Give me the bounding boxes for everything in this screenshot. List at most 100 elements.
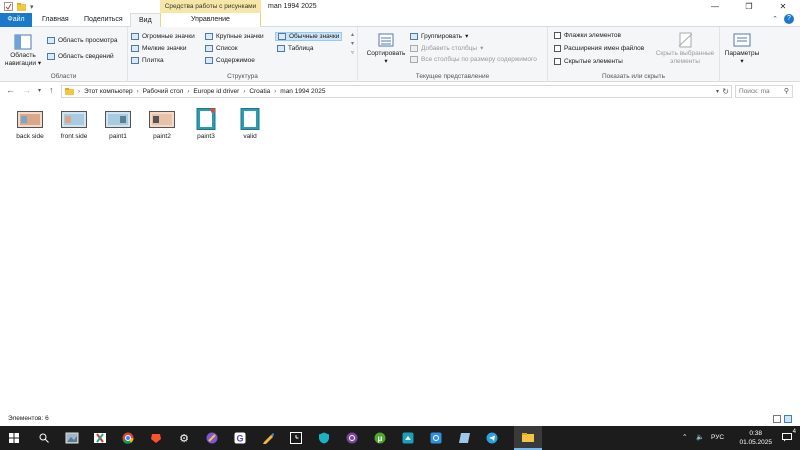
sort-button[interactable]: Сортировать ▾ xyxy=(364,32,408,66)
fit-columns-button[interactable]: Все столбцы по размеру содержимого xyxy=(410,56,537,63)
search-input[interactable]: Поиск: ma ⚲ xyxy=(735,85,793,98)
breadcrumb-separator-icon[interactable]: › xyxy=(78,89,80,95)
file-item[interactable]: front side xyxy=(54,108,94,140)
address-bar[interactable]: › Этот компьютер › Рабочий стол › Europe… xyxy=(61,85,732,98)
taskbar-app-photos[interactable] xyxy=(58,426,86,450)
hide-selected-button[interactable]: Скрыть выбранные элементы xyxy=(652,32,718,66)
help-icon[interactable]: ? xyxy=(784,14,794,24)
taskbar-app-red-document[interactable] xyxy=(86,426,114,450)
clock-app-icon xyxy=(290,432,302,444)
recent-locations-icon[interactable]: ▾ xyxy=(38,87,41,94)
add-columns-button[interactable]: Добавить столбцы ▾ xyxy=(410,44,483,52)
taskbar-app-brave[interactable] xyxy=(142,426,170,450)
file-item[interactable]: paint2 xyxy=(142,108,182,140)
taskbar-app-file-explorer[interactable] xyxy=(514,426,542,450)
list-label: Список xyxy=(216,45,238,52)
layout-content[interactable]: Содержимое xyxy=(205,57,255,64)
breadcrumb-separator-icon[interactable]: › xyxy=(137,89,139,95)
tab-manage[interactable]: Управление xyxy=(160,13,261,27)
forward-arrow-icon[interactable]: → xyxy=(22,85,31,95)
taskbar-app-utorrent[interactable]: μ xyxy=(366,426,394,450)
utorrent-icon: μ xyxy=(374,432,386,444)
window-title: man 1994 2025 xyxy=(268,3,317,10)
options-button[interactable]: Параметры ▾ xyxy=(722,32,762,66)
layout-table[interactable]: Таблица xyxy=(277,45,314,52)
breadcrumb-item[interactable]: Croatia xyxy=(249,88,270,95)
group-layout: Огромные значки Крупные значки Обычные з… xyxy=(128,27,358,82)
layout-medium-icons[interactable]: Обычные значки xyxy=(275,32,343,41)
layout-list[interactable]: Список xyxy=(205,45,238,52)
taskbar-app-telegram[interactable] xyxy=(478,426,506,450)
layout-huge-icons[interactable]: Огромные значки xyxy=(131,33,195,40)
taskbar-app-pen[interactable] xyxy=(254,426,282,450)
hidden-items-toggle[interactable]: Скрытые элементы xyxy=(554,58,623,65)
file-item[interactable]: valid xyxy=(230,108,270,140)
breadcrumb-item[interactable]: Europe id driver xyxy=(193,88,239,95)
close-button[interactable]: ✕ xyxy=(766,0,800,13)
taskbar-app-blue-gear[interactable] xyxy=(422,426,450,450)
notifications-icon[interactable] xyxy=(782,426,792,450)
breadcrumb-separator-icon[interactable]: › xyxy=(187,89,189,95)
file-extensions-checkbox[interactable] xyxy=(554,45,561,52)
back-arrow-icon[interactable]: ← xyxy=(6,85,15,95)
tab-view[interactable]: Вид xyxy=(130,13,161,28)
taskbar-app-shield[interactable] xyxy=(310,426,338,450)
item-checkboxes-toggle[interactable]: Флажки элементов xyxy=(554,32,621,39)
file-item[interactable]: back side xyxy=(10,108,50,140)
tab-file[interactable]: Файл xyxy=(0,13,32,27)
maximize-button[interactable]: ❐ xyxy=(732,0,766,13)
minimize-button[interactable]: — xyxy=(698,0,732,13)
taskbar-app-teal[interactable] xyxy=(394,426,422,450)
details-pane-button[interactable]: Область сведений xyxy=(47,53,114,60)
clock[interactable]: 0:38 01.05.2025 xyxy=(739,429,772,447)
nav-pane-button[interactable]: Область навигации ▾ xyxy=(3,34,43,68)
shield-icon xyxy=(319,432,329,444)
preview-pane-button[interactable]: Область просмотра xyxy=(47,37,117,44)
item-checkboxes-checkbox[interactable] xyxy=(554,32,561,39)
layout-scroll-icon[interactable]: ▴ ▾ ▿ xyxy=(351,31,354,58)
taskbar-app-chrome[interactable] xyxy=(114,426,142,450)
taskbar-app-palette[interactable] xyxy=(198,426,226,450)
breadcrumb-separator-icon[interactable]: › xyxy=(274,89,276,95)
taskbar-app-tor[interactable] xyxy=(338,426,366,450)
breadcrumb-item[interactable]: Рабочий стол xyxy=(143,88,184,95)
large-icons-view-icon[interactable] xyxy=(784,415,792,423)
layout-tiles[interactable]: Плитка xyxy=(131,57,164,64)
tab-share[interactable]: Поделиться xyxy=(76,13,131,27)
tray-overflow-icon[interactable]: ⌃ xyxy=(682,426,687,450)
address-dropdown-icon[interactable]: ▾ xyxy=(716,86,719,98)
properties-icon[interactable] xyxy=(4,2,13,11)
taskbar-app-g[interactable]: G xyxy=(226,426,254,450)
taskbar-app-sheets[interactable] xyxy=(450,426,478,450)
new-folder-icon[interactable] xyxy=(17,2,26,11)
hidden-items-checkbox[interactable] xyxy=(554,58,561,65)
details-view-icon[interactable] xyxy=(773,415,781,423)
volume-icon[interactable]: 🔈 xyxy=(696,426,704,450)
g-app-icon: G xyxy=(234,432,246,444)
clock-time: 0:38 xyxy=(749,430,763,437)
taskbar-app-clock[interactable] xyxy=(282,426,310,450)
taskbar-app-settings[interactable]: ⚙ xyxy=(170,426,198,450)
breadcrumb-separator-icon[interactable]: › xyxy=(243,89,245,95)
file-extensions-toggle[interactable]: Расширения имен файлов xyxy=(554,45,644,52)
search-taskbar-button[interactable] xyxy=(30,426,58,450)
language-indicator[interactable]: РУС xyxy=(711,426,724,450)
image-thumbnail-icon xyxy=(105,108,131,130)
file-item[interactable]: paint3 xyxy=(186,108,226,140)
layout-large-icons[interactable]: Крупные значки xyxy=(205,33,264,40)
options-label: Параметры xyxy=(724,50,760,57)
file-item[interactable]: paint1 xyxy=(98,108,138,140)
file-name: paint1 xyxy=(109,133,127,140)
brave-icon xyxy=(151,434,161,443)
tab-home[interactable]: Главная xyxy=(34,13,77,27)
ribbon-collapse-icon[interactable]: ⌃ xyxy=(772,15,778,23)
group-by-button[interactable]: Группировать ▾ xyxy=(410,32,468,40)
breadcrumb-item[interactable]: man 1994 2025 xyxy=(280,88,325,95)
pen-app-icon xyxy=(263,433,274,444)
refresh-icon[interactable]: ↻ xyxy=(722,86,729,98)
breadcrumb-item[interactable]: Этот компьютер xyxy=(84,88,133,95)
layout-small-icons[interactable]: Мелкие значки xyxy=(131,45,186,52)
start-button[interactable] xyxy=(0,426,28,450)
up-arrow-icon[interactable]: ↑ xyxy=(49,85,54,95)
qa-dropdown-icon[interactable]: ▾ xyxy=(30,3,34,11)
